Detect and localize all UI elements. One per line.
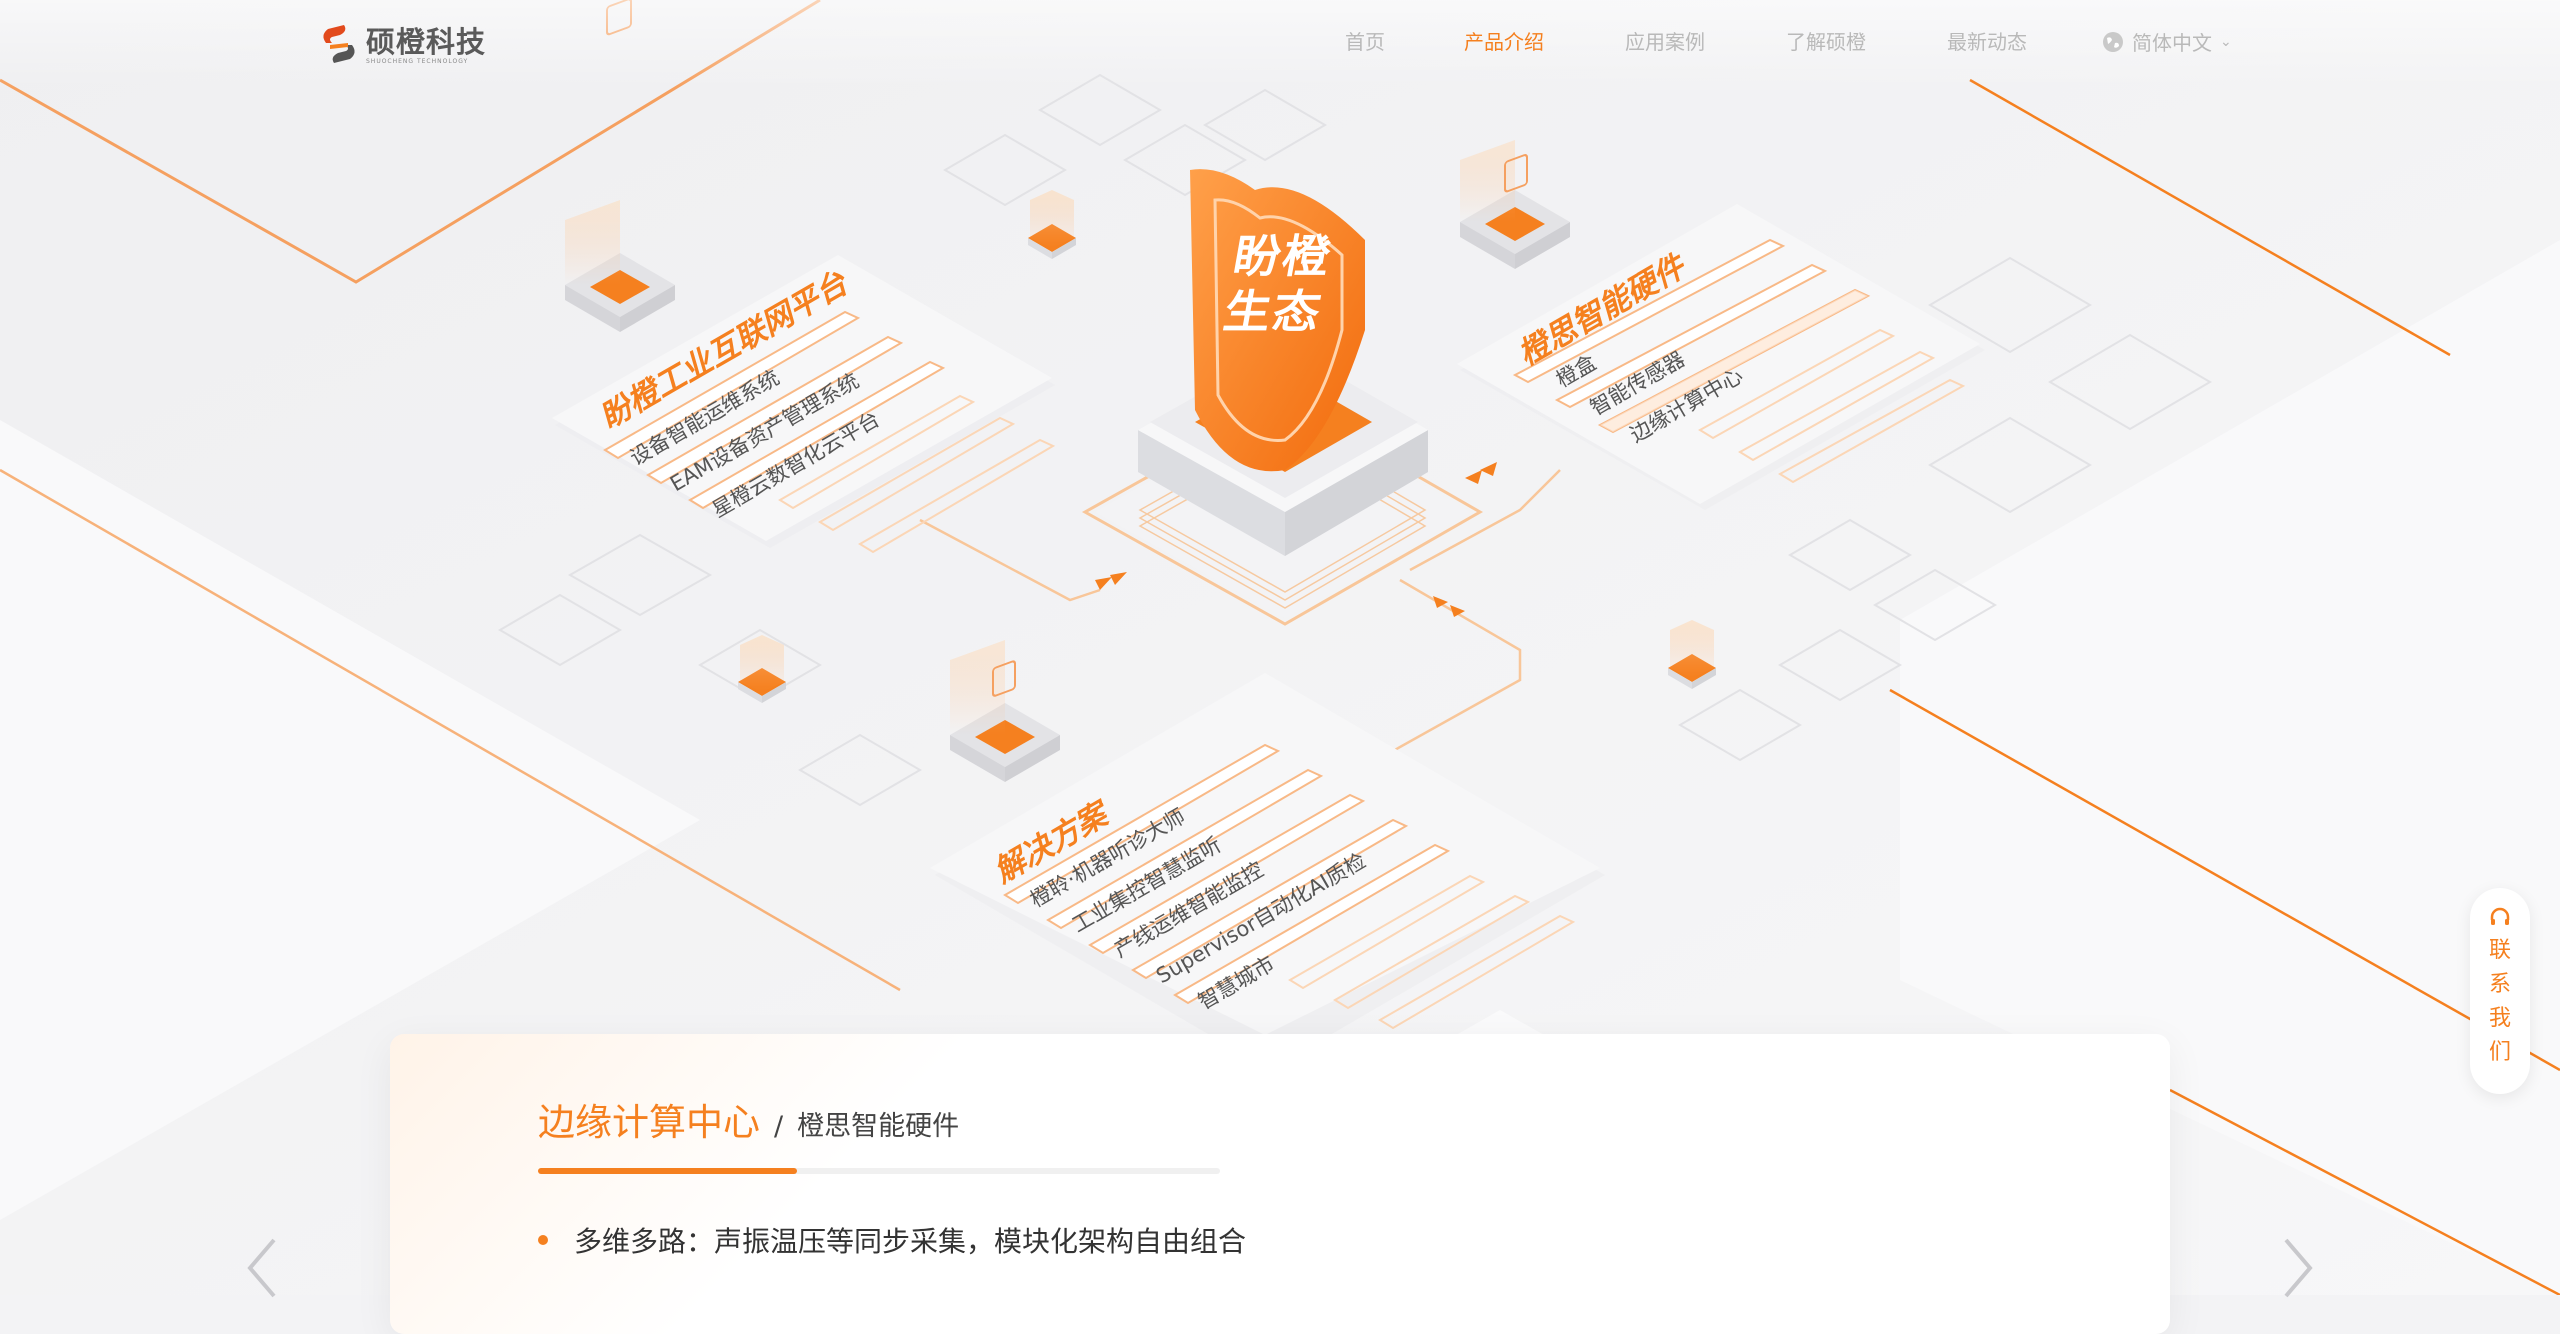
nav-item-about[interactable]: 了解硕橙 xyxy=(1786,26,1866,55)
feature-text: 多维多路：声振温压等同步采集，模块化架构自由组合 xyxy=(574,1225,1247,1258)
contact-us-label: 联系我们 xyxy=(2488,938,2511,1065)
language-label: 简体中文 xyxy=(2132,31,2212,55)
product-card: 边缘计算中心 / 橙思智能硬件 多维多路：声振温压等同步采集，模块化架构自由组合 xyxy=(390,1034,2170,1334)
product-title: 边缘计算中心 xyxy=(538,1101,760,1144)
chevron-right-icon[interactable] xyxy=(2262,1232,2332,1302)
contact-us-button[interactable]: 联系我们 xyxy=(2470,888,2530,1094)
headset-icon xyxy=(2490,907,2510,925)
chevron-down-icon: ⌄ xyxy=(2220,33,2232,50)
globe-icon xyxy=(2103,31,2123,52)
nav-item-cases[interactable]: 应用案例 xyxy=(1625,26,1705,55)
product-category: 橙思智能硬件 xyxy=(797,1111,960,1142)
chevron-left-icon[interactable] xyxy=(228,1232,298,1302)
feature-list-item: 多维多路：声振温压等同步采集，模块化架构自由组合 xyxy=(538,1220,1246,1260)
slide-progress-fill xyxy=(538,1168,798,1174)
nav-item-home[interactable]: 首页 xyxy=(1345,26,1385,55)
site-header: 硕橙科技 SHUOCHENG TECHNOLOGY 首页 产品介绍 应用案例 了… xyxy=(0,0,2560,88)
product-card-heading: 边缘计算中心 / 橙思智能硬件 xyxy=(538,1092,959,1146)
language-selector[interactable]: 简体中文 ⌄ xyxy=(2102,27,2232,56)
nav-item-news[interactable]: 最新动态 xyxy=(1947,26,2027,55)
slide-progress-track xyxy=(538,1168,1220,1174)
ecosystem-shield-label: 盼橙生态 xyxy=(1219,229,1337,339)
bullet-dot-icon xyxy=(538,1235,548,1245)
title-separator: / xyxy=(774,1111,784,1142)
nav-item-products[interactable]: 产品介绍 xyxy=(1464,26,1544,55)
